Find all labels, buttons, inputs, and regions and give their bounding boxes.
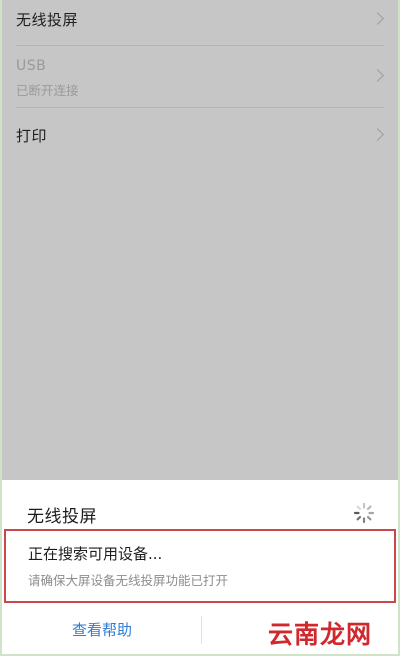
setting-item-title: 无线投屏	[16, 11, 79, 29]
setting-item-usb[interactable]: USB 已断开连接	[16, 46, 384, 108]
setting-item-title: USB	[16, 58, 47, 74]
chevron-right-icon	[371, 12, 384, 25]
setting-item-print[interactable]: 打印	[16, 108, 384, 160]
chevron-right-icon	[371, 128, 384, 141]
button-divider	[201, 616, 202, 644]
searching-status-text: 正在搜索可用设备...	[28, 545, 163, 563]
setting-item-subtitle: 已断开连接	[16, 83, 79, 98]
setting-item-wireless-projection[interactable]: 无线投屏	[16, 0, 384, 46]
chevron-right-icon	[371, 69, 384, 82]
sheet-title: 无线投屏	[27, 507, 97, 527]
watermark-text: 云南龙网	[268, 620, 373, 649]
setting-item-title: 打印	[16, 127, 48, 145]
loading-spinner-icon	[353, 502, 375, 524]
view-help-button[interactable]: 查看帮助	[44, 616, 160, 644]
searching-hint-text: 请确保大屏设备无线投屏功能已打开	[28, 573, 229, 588]
searching-status-box: 正在搜索可用设备... 请确保大屏设备无线投屏功能已打开	[4, 529, 396, 603]
